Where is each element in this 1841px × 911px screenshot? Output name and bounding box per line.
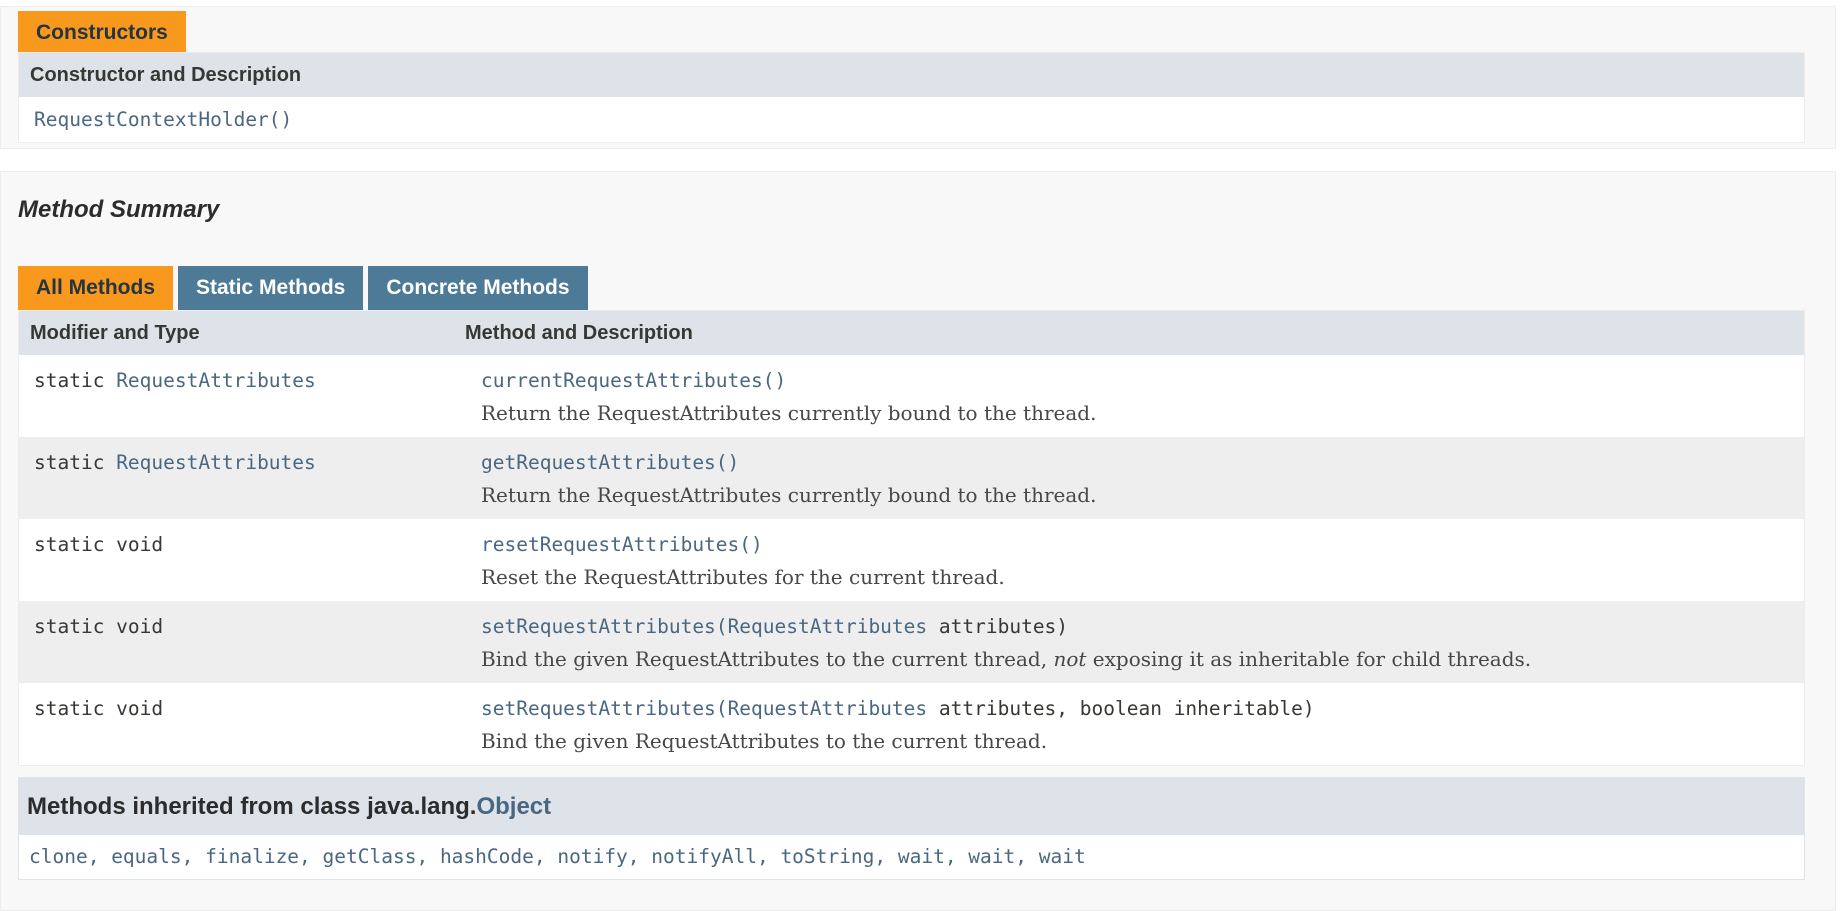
modifier-and-type: static void <box>34 533 163 556</box>
method-summary: Method Summary All Methods Static Method… <box>0 171 1836 911</box>
method-description: Bind the given RequestAttributes to the … <box>481 729 1048 753</box>
modifier-text: static void <box>34 697 164 720</box>
separator: , <box>181 845 206 868</box>
inherited-methods: Methods inherited from class java.lang.O… <box>18 777 1805 880</box>
separator: , <box>874 845 898 868</box>
method-params-rest: attributes, boolean inheritable) <box>927 697 1315 720</box>
param-type-link[interactable]: RequestAttributes <box>728 615 928 638</box>
method-description: Return the RequestAttributes currently b… <box>481 401 1097 425</box>
description-emphasis: not <box>1053 647 1087 671</box>
inherited-method-link[interactable]: clone <box>29 845 88 868</box>
table-row: static void setRequestAttributes(Request… <box>19 601 1804 683</box>
inherited-method-link[interactable]: wait <box>1039 845 1086 868</box>
method-description: Bind the given RequestAttributes to the … <box>481 647 1531 671</box>
inherited-method-link[interactable]: getClass <box>323 845 417 868</box>
modifier-and-type: static void <box>34 697 163 720</box>
modifier-text: static <box>34 451 117 474</box>
header-method-and-description: Method and Description <box>465 321 693 344</box>
method-description: Return the RequestAttributes currently b… <box>481 483 1097 507</box>
method-table: Modifier and Type Method and Description… <box>18 310 1805 766</box>
constructor-tabbar: Constructors <box>18 11 191 55</box>
modifier-text: static <box>34 369 117 392</box>
method-signature: setRequestAttributes(RequestAttributes a… <box>481 615 1068 638</box>
inherited-method-link[interactable]: toString <box>780 845 874 868</box>
method-params-rest: attributes) <box>927 615 1069 638</box>
inherited-method-link[interactable]: hashCode <box>440 845 534 868</box>
tab-all-methods[interactable]: All Methods <box>18 266 173 310</box>
separator: , <box>87 845 112 868</box>
method-signature: getRequestAttributes() <box>481 451 739 474</box>
inherited-method-link[interactable]: finalize <box>205 845 299 868</box>
method-link[interactable]: resetRequestAttributes <box>481 533 739 556</box>
method-params: () <box>715 451 740 474</box>
header-constructor-and-description: Constructor and Description <box>30 63 302 86</box>
inherited-method-link[interactable]: wait <box>968 845 1015 868</box>
modifier-text: static void <box>34 533 164 556</box>
method-params-open: ( <box>715 615 728 638</box>
inherited-method-link[interactable]: notifyAll <box>651 845 757 868</box>
modifier-and-type: static void <box>34 615 163 638</box>
method-description: Reset the RequestAttributes for the curr… <box>481 565 1005 589</box>
table-row: static RequestAttributes currentRequestA… <box>19 355 1804 437</box>
method-params: () <box>739 533 763 556</box>
modifier-and-type: static RequestAttributes <box>34 369 316 392</box>
method-table-header: Modifier and Type Method and Description <box>19 311 1804 355</box>
constructor-table: Constructor and Description RequestConte… <box>18 52 1805 143</box>
table-row: RequestContextHolder() <box>19 97 1804 142</box>
inherited-method-link[interactable]: wait <box>898 845 945 868</box>
table-row: static void resetRequestAttributes() Res… <box>19 519 1804 601</box>
constructor-summary: Constructors Constructor and Description… <box>0 6 1836 149</box>
inherited-method-link[interactable]: notify <box>557 845 627 868</box>
constructor-link[interactable]: RequestContextHolder() <box>34 108 292 131</box>
description-text: Bind the given RequestAttributes to the … <box>481 647 1054 671</box>
method-params-open: ( <box>715 697 728 720</box>
method-signature: resetRequestAttributes() <box>481 533 763 556</box>
section-title: Method Summary <box>18 196 220 223</box>
separator: , <box>299 845 323 868</box>
type-link[interactable]: RequestAttributes <box>116 451 316 474</box>
constructor-table-header: Constructor and Description <box>19 53 1804 97</box>
separator: , <box>627 845 652 868</box>
separator: , <box>756 845 781 868</box>
method-params: () <box>762 369 787 392</box>
inherited-method-link[interactable]: equals <box>111 845 181 868</box>
param-type-link[interactable]: RequestAttributes <box>728 697 928 720</box>
method-tabbar: All Methods Static Methods Concrete Meth… <box>18 266 593 310</box>
tab-constructors: Constructors <box>18 11 186 55</box>
method-link[interactable]: setRequestAttributes <box>481 697 716 720</box>
separator: , <box>416 845 440 868</box>
inherited-methods-header: Methods inherited from class java.lang.O… <box>19 778 1804 835</box>
separator: , <box>533 845 558 868</box>
separator: , <box>944 845 969 868</box>
inherited-prefix: Methods inherited from class java.lang. <box>27 793 477 820</box>
modifier-and-type: static RequestAttributes <box>34 451 316 474</box>
header-modifier-and-type: Modifier and Type <box>30 321 200 344</box>
table-row: static RequestAttributes getRequestAttri… <box>19 437 1804 519</box>
inherited-methods-list: clone, equals, finalize, getClass, hashC… <box>19 835 1804 879</box>
method-signature: setRequestAttributes(RequestAttributes a… <box>481 697 1315 720</box>
tab-concrete-methods[interactable]: Concrete Methods <box>368 266 588 310</box>
table-row: static void setRequestAttributes(Request… <box>19 683 1804 765</box>
method-link[interactable]: setRequestAttributes <box>481 615 716 638</box>
method-link[interactable]: getRequestAttributes <box>481 451 716 474</box>
modifier-text: static void <box>34 615 164 638</box>
description-text: exposing it as inheritable for child thr… <box>1086 647 1532 671</box>
object-class-link[interactable]: Object <box>476 793 551 820</box>
separator: , <box>1015 845 1039 868</box>
method-link[interactable]: currentRequestAttributes <box>481 369 763 392</box>
method-signature: currentRequestAttributes() <box>481 369 786 392</box>
type-link[interactable]: RequestAttributes <box>116 369 316 392</box>
tab-static-methods[interactable]: Static Methods <box>178 266 364 310</box>
